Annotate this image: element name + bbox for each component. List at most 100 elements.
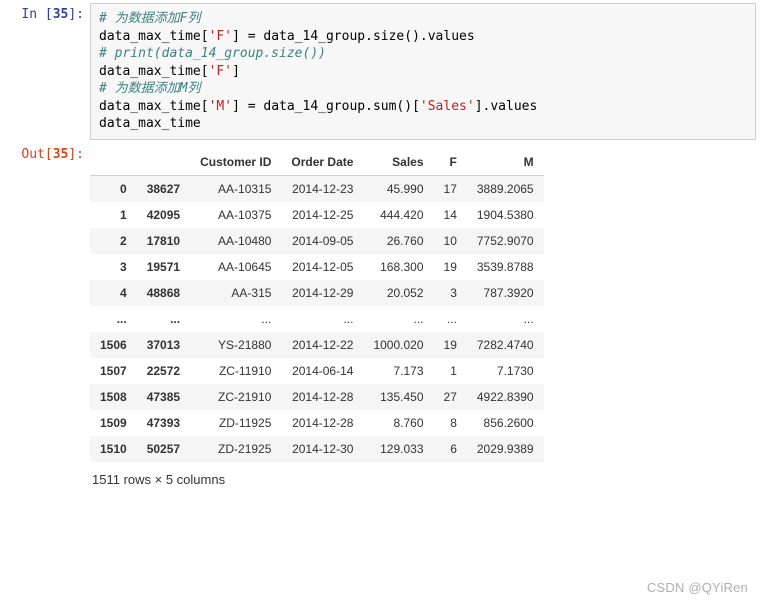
data-cell: 129.033 [363,436,433,462]
data-cell: AA-10480 [190,228,281,254]
data-cell: 8 [434,410,467,436]
table-row: 448868AA-3152014-12-2920.0523787.3920 [90,280,544,306]
in-prompt-number: 35 [53,7,69,22]
data-cell: 2014-06-14 [281,358,363,384]
col-h5: F [434,149,467,176]
data-cell: ... [363,306,433,332]
row-index-cell: 50257 [137,436,190,462]
code-line-1: # 为数据添加F列 [99,11,200,26]
code-line-3: # print(data_14_group.size()) [99,46,326,61]
code-line-4a: data_max_time[ [99,64,209,79]
data-cell: 1 [434,358,467,384]
code-line-6a: data_max_time[ [99,99,209,114]
data-cell: 444.420 [363,202,433,228]
data-cell: 7.173 [363,358,433,384]
row-index-cell: 48868 [137,280,190,306]
col-h1 [137,149,190,176]
table-row: ..................... [90,306,544,332]
in-prompt-suffix: ]: [68,7,84,22]
data-cell: 7282.4740 [467,332,544,358]
code-line-4s: 'F' [209,64,232,79]
table-header-row: Customer ID Order Date Sales F M [90,149,544,176]
data-cell: 856.2600 [467,410,544,436]
col-h4: Sales [363,149,433,176]
data-cell: 20.052 [363,280,433,306]
out-prompt: Out[35]: [0,143,90,164]
data-cell: 2014-12-30 [281,436,363,462]
data-cell: 14 [434,202,467,228]
data-cell: 2014-09-05 [281,228,363,254]
row-index-cell: 0 [90,175,137,202]
data-cell: 1904.5380 [467,202,544,228]
data-cell: ZD-11925 [190,410,281,436]
data-cell: 2014-12-25 [281,202,363,228]
data-cell: 1000.020 [363,332,433,358]
code-line-7: data_max_time [99,116,201,131]
table-row: 217810AA-104802014-09-0526.760107752.907… [90,228,544,254]
data-cell: 2029.9389 [467,436,544,462]
row-index-cell: 1509 [90,410,137,436]
data-cell: 8.760 [363,410,433,436]
row-index-cell: 1 [90,202,137,228]
data-cell: 19 [434,254,467,280]
data-cell: 7.1730 [467,358,544,384]
table-row: 142095AA-103752014-12-25444.420141904.53… [90,202,544,228]
out-prompt-prefix: Out[ [21,147,52,162]
col-h3: Order Date [281,149,363,176]
data-cell: 10 [434,228,467,254]
code-line-2a: data_max_time[ [99,29,209,44]
table-row: 151050257ZD-219252014-12-30129.03362029.… [90,436,544,462]
data-cell: 2014-12-28 [281,384,363,410]
data-cell: 7752.9070 [467,228,544,254]
table-row: 038627AA-103152014-12-2345.990173889.206… [90,175,544,202]
data-cell: 26.760 [363,228,433,254]
output-cell: Out[35]: Customer ID Order Date Sales F … [0,140,762,497]
data-cell: ... [190,306,281,332]
data-cell: ZC-11910 [190,358,281,384]
row-index-cell: ... [137,306,190,332]
data-cell: 168.300 [363,254,433,280]
input-cell: In [35]: # 为数据添加F列 data_max_time['F'] = … [0,0,762,140]
in-prompt-prefix: In [ [21,7,52,22]
row-index-cell: 3 [90,254,137,280]
output-area: Customer ID Order Date Sales F M 038627A… [90,143,762,497]
data-cell: 787.3920 [467,280,544,306]
data-cell: 3 [434,280,467,306]
code-line-6b: ] = data_14_group.sum()[ [232,99,420,114]
table-row: 319571AA-106452014-12-05168.300193539.87… [90,254,544,280]
row-index-cell: 17810 [137,228,190,254]
row-index-cell: 1510 [90,436,137,462]
code-line-5: # 为数据添加M列 [99,81,200,96]
out-prompt-number: 35 [53,147,69,162]
row-index-cell: 4 [90,280,137,306]
data-cell: 2014-12-22 [281,332,363,358]
row-index-cell: 47393 [137,410,190,436]
row-index-cell: 42095 [137,202,190,228]
data-cell: ZC-21910 [190,384,281,410]
row-index-cell: 38627 [137,175,190,202]
table-head: Customer ID Order Date Sales F M [90,149,544,176]
table-dimensions: 1511 rows × 5 columns [90,472,762,487]
data-cell: 4922.8390 [467,384,544,410]
data-cell: 135.450 [363,384,433,410]
code-editor[interactable]: # 为数据添加F列 data_max_time['F'] = data_14_g… [90,3,756,140]
data-cell: 17 [434,175,467,202]
data-cell: ... [281,306,363,332]
row-index-cell: 2 [90,228,137,254]
data-cell: 2014-12-05 [281,254,363,280]
data-cell: 2014-12-29 [281,280,363,306]
data-cell: ... [434,306,467,332]
data-cell: YS-21880 [190,332,281,358]
code-line-2s: 'F' [209,29,232,44]
data-cell: 3539.8788 [467,254,544,280]
data-cell: ... [467,306,544,332]
watermark: CSDN @QYiRen [647,580,748,595]
code-line-6s1: 'M' [209,99,232,114]
data-cell: 6 [434,436,467,462]
out-prompt-suffix: ]: [68,147,84,162]
row-index-cell: 1507 [90,358,137,384]
code-line-2b: ] = data_14_group.size().values [232,29,475,44]
data-cell: 2014-12-23 [281,175,363,202]
table-body: 038627AA-103152014-12-2345.990173889.206… [90,175,544,462]
data-cell: AA-10375 [190,202,281,228]
